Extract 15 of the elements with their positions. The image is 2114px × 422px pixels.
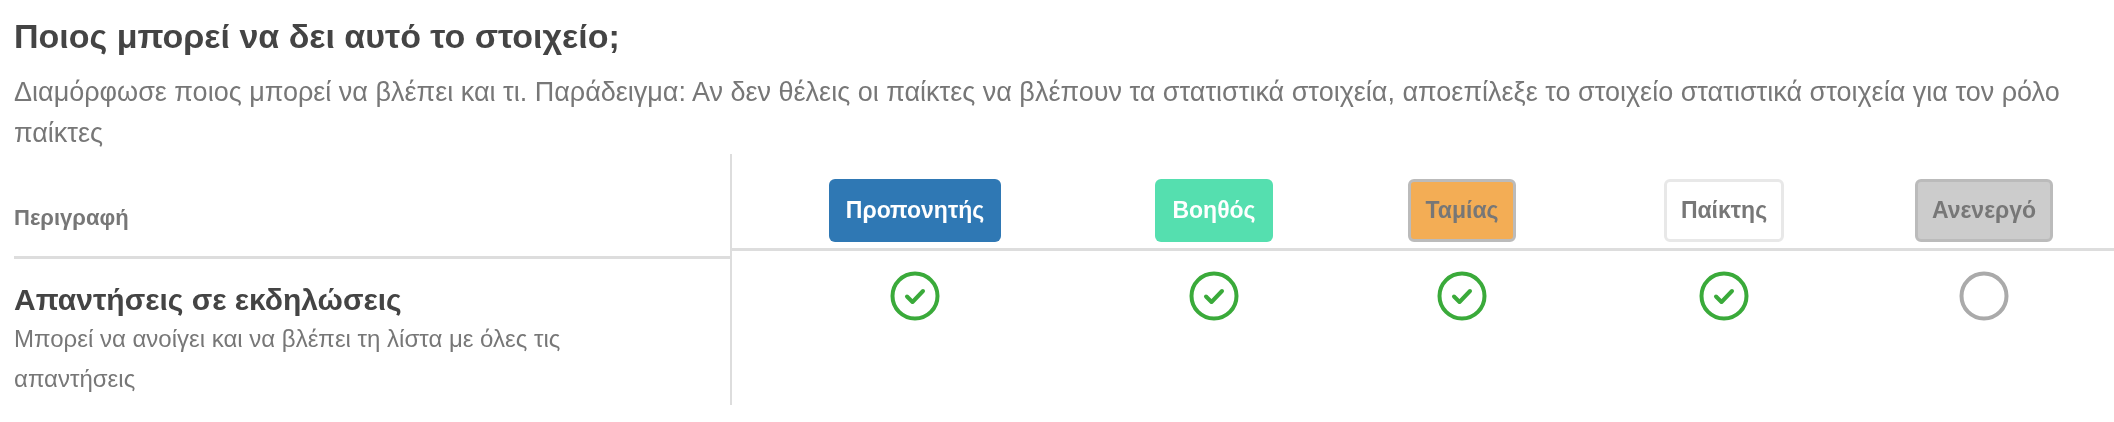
page-title: Ποιος μπορεί να δει αυτό το στοιχείο; [14,16,621,57]
checked-circle-icon[interactable] [890,271,940,321]
role-badge: Ανενεργό [1914,178,2054,242]
permission-title: Απαντήσεις σε εκδηλώσεις [14,282,402,318]
role-badge: Προπονητής [828,178,1002,242]
role-badge: Ταμίας [1408,178,1516,242]
checked-circle-icon[interactable] [1189,271,1239,321]
role-badge: Παίκτης [1663,178,1785,242]
empty-circle-icon[interactable] [1959,271,2009,321]
column-header: Περιγραφή [14,205,129,231]
checked-circle-icon[interactable] [1437,271,1487,321]
checked-circle-icon[interactable] [1699,271,1749,321]
description-text: Διαμόρφωσε ποιος μπορεί να βλέπει και τι. Παράδειγμα: Αν δεν θέλεις οι παίκτες να βλέπουν τα στατιστικά στοιχεία, αποεπίλεξε το στοιχείο στατιστικά στοιχεία για τον ρόλο παίκτες [14,76,2061,150]
role-badge: Βοηθός [1155,178,1273,242]
permission-description: Μπορεί να ανοίγει και να βλέπει τη λίστα με όλες τις απαντήσεις [14,324,562,394]
